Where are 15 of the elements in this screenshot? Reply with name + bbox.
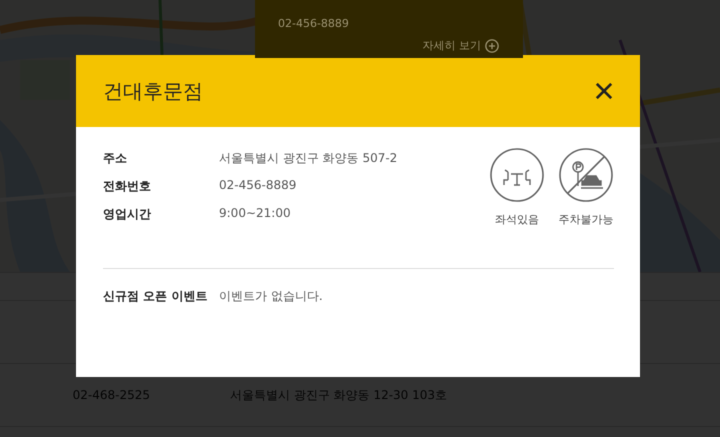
info-label: 전화번호 xyxy=(103,178,152,195)
close-icon[interactable] xyxy=(595,82,613,100)
amenity-label: 좌석있음 xyxy=(495,212,539,227)
amenity-label: 주차불가능 xyxy=(558,212,614,227)
more-link[interactable]: 자세히 보기 xyxy=(422,38,499,53)
plus-icon xyxy=(485,38,499,52)
info-label: 주소 xyxy=(103,150,128,167)
info-value: 02-456-8889 xyxy=(219,178,296,194)
phone-number: 02-456-8889 xyxy=(278,17,349,30)
info-value: 서울특별시 광진구 화양동 507-2 xyxy=(219,150,398,167)
event-label: 신규점 오픈 이벤트 xyxy=(103,288,208,305)
dialog-title: 건대후문점 xyxy=(103,78,203,104)
event-text: 이벤트가 없습니다. xyxy=(219,288,323,305)
info-value: 9:00~21:00 xyxy=(219,206,291,222)
info-label: 영업시간 xyxy=(103,206,152,223)
